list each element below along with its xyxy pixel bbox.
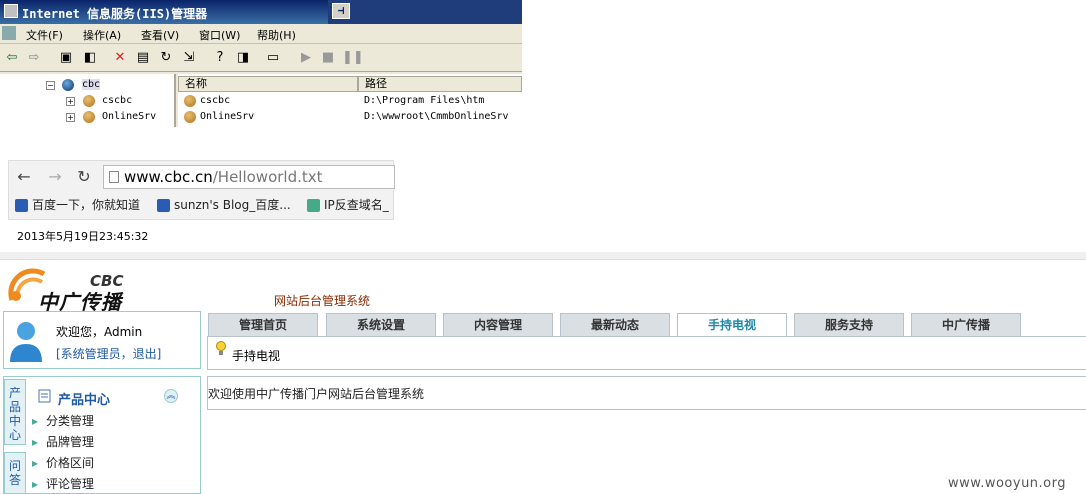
col-path[interactable]: 路径 [358,76,522,92]
back-icon[interactable]: ⇦ [4,50,20,66]
tab-support[interactable]: 服务支持 [794,313,904,336]
list-name[interactable]: OnlineSrv [200,111,254,122]
taskbar-area [328,0,522,24]
computer-icon[interactable]: ▭ [265,50,281,66]
menu-file[interactable]: 文件(F) [26,27,63,43]
side-tab-product[interactable]: 产品中心 [4,379,26,445]
page-icon [109,171,119,183]
iis-menubar: 文件(F) 操作(A) 查看(V) 窗口(W) 帮助(H) [0,24,522,44]
collapse-icon[interactable]: − [46,81,55,90]
lightbulb-icon [216,341,226,355]
system-subtitle: 网站后台管理系统 [274,294,371,308]
bookmark-baidu[interactable]: 百度一下，你就知道 [15,196,140,213]
iis-toolbar: ⇦ ⇨ ▣ ◧ ✕ ▤ ↻ ⇲ ? ◨ ▭ ▶ ■ ❚❚ [0,46,522,72]
vdir-icon [184,95,196,107]
tab-mobile-tv[interactable]: 手持电视 [677,313,787,336]
show-tree-icon[interactable]: ◧ [82,50,98,66]
vdir-icon [83,95,95,107]
expand-icon[interactable]: + [66,97,75,106]
side-tab-qa[interactable]: 问答 [4,452,26,494]
address-bar[interactable]: www.cbc.cn/Helloworld.txt [103,165,395,189]
iis-title: Internet 信息服务(IIS)管理器 [22,7,208,21]
avatar [10,322,42,362]
menu-window[interactable]: 窗口(W) [199,27,240,43]
vdir-icon [83,111,95,123]
tab-cbc[interactable]: 中广传播 [911,313,1021,336]
breadcrumb-text: 手持电视 [232,349,281,363]
site-globe-icon [62,79,74,91]
up-folder-icon[interactable]: ▣ [58,50,74,66]
cms-top-strip [0,252,1086,260]
bookmark-blog[interactable]: sunzn's Blog_百度... [157,196,291,213]
list-path: D:\Program Files\htm [364,95,485,106]
menu-help[interactable]: 帮助(H) [257,27,296,43]
side-tab-label: 产品中心 [9,386,22,442]
server-icon [2,26,16,40]
play-icon[interactable]: ▶ [298,50,314,66]
side-item-category[interactable]: 分类管理 [32,412,94,429]
welcome-message: 欢迎使用中广传播门户网站后台管理系统 [208,387,425,401]
col-name[interactable]: 名称 [178,76,358,92]
expand-icon[interactable]: + [66,113,75,122]
welcome-text: 欢迎您，Admin [56,325,143,339]
tree-item-onlinesrv[interactable]: OnlineSrv [102,111,156,122]
forward-icon[interactable]: ⇨ [26,50,42,66]
bookmark-label: 百度一下，你就知道 [32,198,141,212]
url-domain: www.cbc.cn [124,168,213,186]
side-item-brand[interactable]: 品牌管理 [32,433,94,450]
pause-icon[interactable]: ❚❚ [342,50,364,66]
reload-icon[interactable]: ↻ [73,167,95,187]
back-icon[interactable]: ← [13,167,35,187]
iis-app-icon [4,4,18,18]
ip-icon [307,199,320,212]
bookmark-ip[interactable]: IP反查域名_ [307,196,389,213]
pin-icon[interactable]: ⊣ [332,3,350,19]
edit-doc-icon [38,389,51,403]
iis-title-bar: Internet 信息服务(IIS)管理器 ⊣ [0,0,522,24]
bookmark-label: IP反查域名_ [324,198,389,212]
tab-settings[interactable]: 系统设置 [326,313,436,336]
stop-icon[interactable]: ■ [320,50,336,66]
delete-icon[interactable]: ✕ [112,50,128,66]
properties-icon[interactable]: ▤ [135,50,151,66]
iis-tree-pane: − cbc + cscbc + OnlineSrv [0,74,176,127]
baidu-paw-icon [157,199,170,212]
tree-item-cbc[interactable]: cbc [82,79,101,90]
help-icon[interactable]: ? [212,50,228,66]
url-path: /Helloworld.txt [212,168,323,186]
side-tab-label: 问答 [9,459,22,487]
browser-chrome: ← → ↻ www.cbc.cn/Helloworld.txt 百度一下，你就知… [8,160,395,220]
menu-view[interactable]: 查看(V) [141,27,179,43]
menu-action[interactable]: 操作(A) [83,27,121,43]
bookmark-label: sunzn's Blog_百度... [174,198,291,212]
role-logout-link[interactable]: [系统管理员，退出] [56,345,161,362]
side-item-price[interactable]: 价格区间 [32,454,94,471]
tab-news[interactable]: 最新动态 [560,313,670,336]
vdir-icon [184,111,196,123]
tab-content[interactable]: 内容管理 [443,313,553,336]
iis-list-pane: 名称 路径 cscbc D:\Program Files\htm OnlineS… [178,74,522,127]
list-path: D:\wwwroot\CmmbOnlineSrv [364,111,509,122]
baidu-paw-icon [15,199,28,212]
forward-icon[interactable]: → [44,167,66,187]
section-title: 产品中心 [58,393,111,408]
console-icon[interactable]: ◨ [235,50,251,66]
list-name[interactable]: cscbc [200,95,230,106]
page-timestamp: 2013年5月19日23:45:32 [17,230,149,243]
watermark: www.wooyun.org [948,476,1067,491]
iis-window: Internet 信息服务(IIS)管理器 ⊣ 文件(F) 操作(A) 查看(V… [0,0,522,127]
side-item-comments[interactable]: 评论管理 [32,475,94,492]
tree-item-cscbc[interactable]: cscbc [102,95,132,106]
tab-home[interactable]: 管理首页 [208,313,318,336]
export-icon[interactable]: ⇲ [181,50,197,66]
refresh-icon[interactable]: ↻ [158,50,174,66]
breadcrumb [207,337,1086,370]
collapse-icon[interactable]: ︽ [164,389,178,403]
